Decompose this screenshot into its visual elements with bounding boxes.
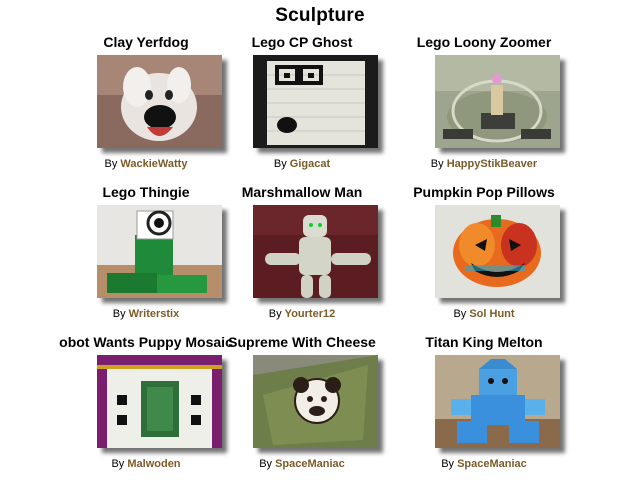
by-label: By bbox=[259, 458, 273, 470]
item-title[interactable]: Pumpkin Pop Pillows bbox=[394, 184, 574, 200]
by-label: By bbox=[441, 458, 455, 470]
attribution: By Sol Hunt bbox=[394, 308, 574, 320]
gallery-item: Lego CP Ghost By Gigacat bbox=[212, 34, 392, 179]
attribution: By SpaceManiac bbox=[212, 458, 392, 470]
author-link[interactable]: Writerstix bbox=[129, 308, 180, 320]
item-title[interactable]: Titan King Melton bbox=[394, 334, 574, 350]
attribution: By SpaceManiac bbox=[394, 458, 574, 470]
attribution: By Malwoden bbox=[56, 458, 236, 470]
thumbnail-pumpkin-pop-pillows[interactable] bbox=[435, 205, 560, 298]
thumbnail-lego-cp-ghost[interactable] bbox=[253, 55, 378, 148]
gallery-item: Marshmallow Man By Yourter12 bbox=[212, 184, 392, 329]
author-link[interactable]: Gigacat bbox=[290, 158, 330, 170]
thumbnail-lego-loony-zoomer[interactable] bbox=[435, 55, 560, 148]
author-link[interactable]: SpaceManiac bbox=[457, 458, 527, 470]
gallery-item: Supreme With Cheese By SpaceManiac bbox=[212, 334, 392, 479]
attribution: By WackieWatty bbox=[56, 158, 236, 170]
author-link[interactable]: Malwoden bbox=[127, 458, 180, 470]
gallery-item: obot Wants Puppy Mosaic By Malwoden bbox=[56, 334, 236, 479]
attribution: By HappyStikBeaver bbox=[394, 158, 574, 170]
item-title[interactable]: Clay Yerfdog bbox=[56, 34, 236, 50]
attribution: By Yourter12 bbox=[212, 308, 392, 320]
thumbnail-robot-wants-puppy-mosaic[interactable] bbox=[97, 355, 222, 448]
by-label: By bbox=[273, 158, 287, 170]
author-link[interactable]: WackieWatty bbox=[120, 158, 187, 170]
item-title[interactable]: Lego Loony Zoomer bbox=[394, 34, 574, 50]
item-title[interactable]: Lego CP Ghost bbox=[212, 34, 392, 50]
gallery-item: Pumpkin Pop Pillows By Sol Hunt bbox=[394, 184, 574, 329]
thumbnail-lego-thingie[interactable] bbox=[97, 205, 222, 298]
thumbnail-supreme-with-cheese[interactable] bbox=[253, 355, 378, 448]
item-title[interactable]: Marshmallow Man bbox=[212, 184, 392, 200]
gallery-item: Lego Loony Zoomer By HappyStikBeaver bbox=[394, 34, 574, 179]
by-label: By bbox=[453, 308, 467, 320]
attribution: By Writerstix bbox=[56, 308, 236, 320]
author-link[interactable]: HappyStikBeaver bbox=[447, 158, 538, 170]
by-label: By bbox=[268, 308, 282, 320]
gallery-item: Lego Thingie By Writerstix bbox=[56, 184, 236, 329]
gallery-item: Titan King Melton By SpaceManiac bbox=[394, 334, 574, 479]
author-link[interactable]: Yourter12 bbox=[285, 308, 336, 320]
gallery-item: Clay Yerfdog By WackieWatty bbox=[56, 34, 236, 179]
thumbnail-clay-yerfdog[interactable] bbox=[97, 55, 222, 148]
attribution: By Gigacat bbox=[212, 158, 392, 170]
item-title[interactable]: obot Wants Puppy Mosaic bbox=[56, 334, 236, 350]
page-title: Sculpture bbox=[275, 5, 365, 26]
by-label: By bbox=[104, 158, 118, 170]
thumbnail-titan-king-melton[interactable] bbox=[435, 355, 560, 448]
author-link[interactable]: SpaceManiac bbox=[275, 458, 345, 470]
item-title[interactable]: Supreme With Cheese bbox=[212, 334, 392, 350]
item-title[interactable]: Lego Thingie bbox=[56, 184, 236, 200]
author-link[interactable]: Sol Hunt bbox=[469, 308, 514, 320]
by-label: By bbox=[430, 158, 444, 170]
by-label: By bbox=[111, 458, 125, 470]
thumbnail-marshmallow-man[interactable] bbox=[253, 205, 378, 298]
by-label: By bbox=[112, 308, 126, 320]
